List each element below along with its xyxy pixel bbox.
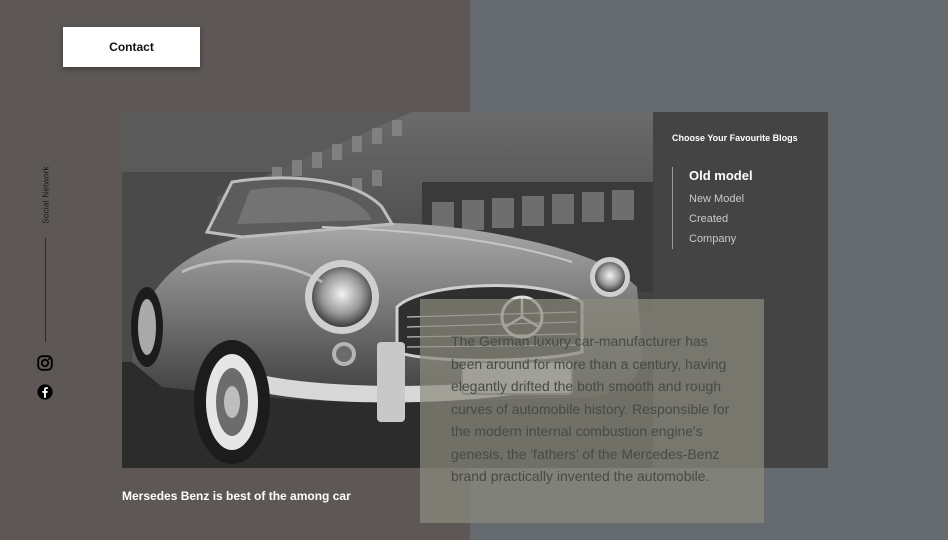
social-network-label: Social Network xyxy=(41,166,51,224)
social-divider xyxy=(45,238,46,342)
blog-item-company[interactable]: Company xyxy=(689,229,753,249)
blog-category-list: Old model New Model Created Company xyxy=(672,167,753,249)
blog-item-created[interactable]: Created xyxy=(689,209,753,229)
description-text: The German luxury car-manufacturer has b… xyxy=(451,333,730,484)
blog-panel-heading: Choose Your Favourite Blogs xyxy=(672,133,798,143)
description-card: The German luxury car-manufacturer has b… xyxy=(420,299,764,523)
instagram-icon[interactable] xyxy=(37,355,53,371)
blog-item-new-model[interactable]: New Model xyxy=(689,189,753,209)
contact-button[interactable]: Contact xyxy=(63,27,200,67)
facebook-icon[interactable] xyxy=(37,384,53,400)
image-caption: Mersedes Benz is best of the among car xyxy=(122,489,351,503)
blog-item-old-model[interactable]: Old model xyxy=(689,167,753,185)
